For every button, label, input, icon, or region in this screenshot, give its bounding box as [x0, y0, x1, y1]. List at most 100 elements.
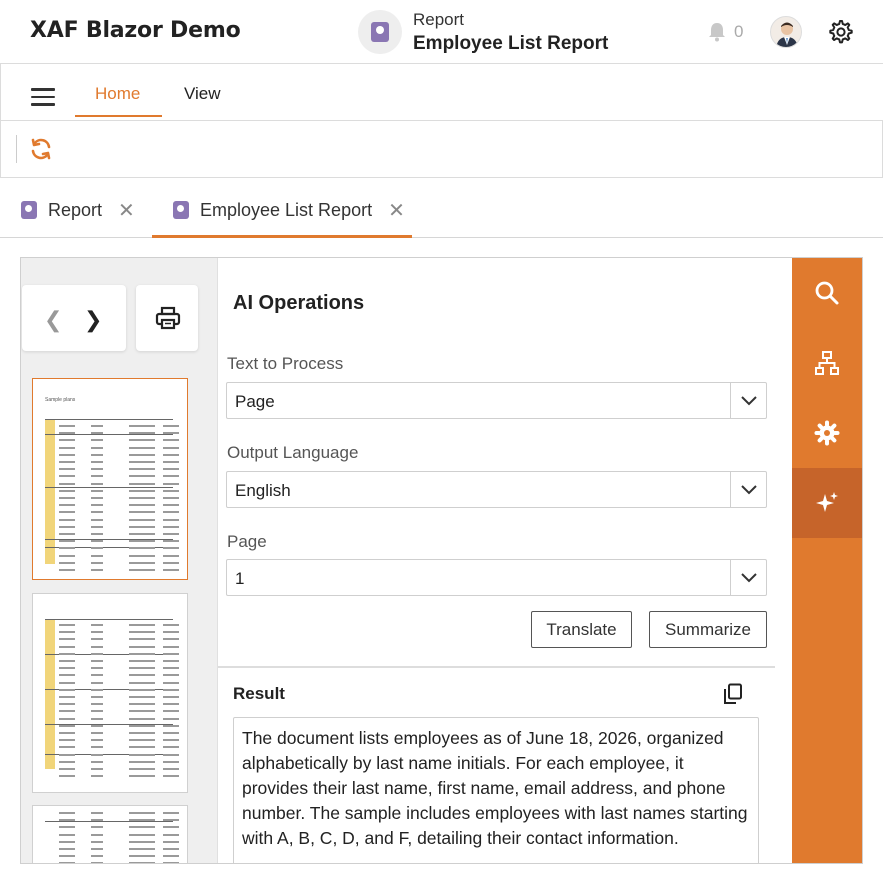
- search-button[interactable]: [792, 258, 862, 328]
- thumbnail-row-cell: [91, 660, 103, 662]
- thumbnail-row-cell: [129, 446, 155, 449]
- thumbnail-row-cell: [59, 645, 75, 648]
- thumbnail-row-cell: [91, 833, 103, 836]
- close-icon[interactable]: ✕: [388, 198, 405, 223]
- thumbnail-row-cell: [91, 855, 103, 858]
- thumbnail-row-cell: [91, 703, 103, 706]
- thumbnail-row-cell: [129, 775, 155, 778]
- thumbnail-row-cell: [163, 489, 179, 492]
- thumbnail-row-cell: [129, 645, 155, 648]
- result-text[interactable]: The document lists employees as of June …: [233, 717, 759, 863]
- thumbnail-row-cell: [91, 645, 103, 648]
- thumbnail-row-cell: [129, 624, 155, 626]
- thumbnail-row-cell: [59, 696, 75, 698]
- thumbnail-row-cell: [163, 826, 179, 829]
- thumbnail-row-cell: [91, 518, 103, 521]
- doc-tab-label: Report: [48, 199, 103, 220]
- thumbnail-row-cell: [91, 775, 103, 778]
- page-thumbnail-2[interactable]: [32, 593, 188, 793]
- page-select[interactable]: 1: [226, 559, 767, 596]
- page-thumbnail-3[interactable]: [32, 805, 188, 863]
- thumbnail-row-cell: [129, 667, 155, 670]
- thumbnail-row-cell: [59, 812, 75, 814]
- thumbnail-row-cell: [91, 432, 103, 435]
- thumbnail-row-cell: [59, 840, 75, 843]
- chevron-right-icon[interactable]: ❯: [84, 307, 102, 333]
- thumbnail-row-cell: [59, 760, 75, 763]
- thumbnail-row-cell: [163, 819, 179, 822]
- thumbnail-row-cell: [163, 504, 179, 507]
- thumbnail-row-cell: [91, 768, 103, 770]
- print-button[interactable]: [136, 285, 198, 351]
- doc-tab-employee-list-report[interactable]: Employee List Report ✕: [173, 198, 405, 222]
- close-icon[interactable]: ✕: [118, 198, 135, 223]
- thumbnail-row-cell: [59, 525, 75, 528]
- thumbnail-row-cell: [163, 547, 179, 550]
- report-icon: [173, 201, 189, 219]
- chevron-down-icon[interactable]: [730, 560, 766, 595]
- thumbnail-row-cell: [59, 511, 75, 514]
- thumbnail-row-cell: [129, 533, 155, 535]
- thumbnail-row-cell: [129, 561, 155, 564]
- thumbnail-row-cell: [91, 554, 103, 557]
- thumbnail-row-cell: [163, 497, 179, 499]
- thumbnail-row-cell: [163, 739, 179, 742]
- thumbnail-row-cell: [129, 862, 155, 863]
- thumbnail-row-cell: [59, 489, 75, 492]
- thumbnail-row-cell: [91, 819, 103, 822]
- tab-view[interactable]: View: [184, 84, 221, 104]
- thumbnail-row-cell: [129, 453, 155, 456]
- thumbnail-row-cell: [91, 746, 103, 749]
- thumbnail-row-cell: [129, 710, 155, 713]
- app-title[interactable]: XAF Blazor Demo: [30, 18, 241, 43]
- ai-operations-button[interactable]: [792, 468, 862, 538]
- thumbnail-row-cell: [163, 688, 179, 691]
- thumbnail-row-cell: [91, 760, 103, 763]
- page-thumbnail-1[interactable]: Sample plans: [32, 378, 188, 580]
- thumbnail-row-cell: [91, 681, 103, 684]
- thumbnail-row-cell: [91, 812, 103, 814]
- thumbnail-row-cell: [91, 696, 103, 698]
- thumbnail-row-cell: [129, 638, 155, 641]
- chevron-down-icon[interactable]: [730, 472, 766, 507]
- thumbnail-row-cell: [163, 753, 179, 756]
- thumbnail-row-cell: [129, 753, 155, 756]
- thumbnail-row-cell: [59, 660, 75, 662]
- hamburger-menu-icon[interactable]: [31, 88, 55, 106]
- bell-icon[interactable]: [708, 22, 726, 42]
- thumbnail-row-cell: [163, 439, 179, 442]
- translate-button[interactable]: Translate: [531, 611, 632, 648]
- thumbnail-row-cell: [163, 446, 179, 449]
- chevron-down-icon[interactable]: [730, 383, 766, 418]
- page-navigation: ❮ ❯: [22, 285, 126, 351]
- thumbnail-row-cell: [59, 862, 75, 863]
- settings-gear-icon[interactable]: [826, 18, 854, 46]
- copy-icon[interactable]: [723, 683, 743, 705]
- output-language-select[interactable]: English: [226, 471, 767, 508]
- thumbnail-row-cell: [91, 631, 103, 634]
- thumbnail-row-cell: [59, 504, 75, 507]
- thumbnail-row-cell: [163, 432, 179, 435]
- thumbnail-row-cell: [59, 482, 75, 485]
- thumbnail-row-cell: [163, 482, 179, 485]
- chevron-left-icon[interactable]: ❮: [44, 307, 62, 333]
- thumbnail-row-cell: [163, 775, 179, 778]
- thumbnail-row-cell: [163, 848, 179, 850]
- parameters-button[interactable]: [792, 398, 862, 468]
- thumbnail-row-cell: [91, 489, 103, 492]
- group-band: [45, 419, 55, 564]
- refresh-icon[interactable]: [29, 137, 53, 161]
- thumbnail-row-cell: [59, 667, 75, 670]
- summarize-button[interactable]: Summarize: [649, 611, 767, 648]
- document-map-button[interactable]: [792, 328, 862, 398]
- thumbnail-row-cell: [91, 717, 103, 720]
- text-to-process-select[interactable]: Page: [226, 382, 767, 419]
- user-avatar[interactable]: [770, 16, 802, 48]
- thumbnail-row-cell: [163, 681, 179, 684]
- thumbnail-row-cell: [59, 624, 75, 626]
- doc-tab-report[interactable]: Report ✕: [21, 198, 135, 222]
- thumbnail-row-cell: [91, 561, 103, 564]
- thumbnail-row-cell: [59, 468, 75, 471]
- thumbnail-row-cell: [163, 840, 179, 843]
- tab-home[interactable]: Home: [95, 84, 140, 104]
